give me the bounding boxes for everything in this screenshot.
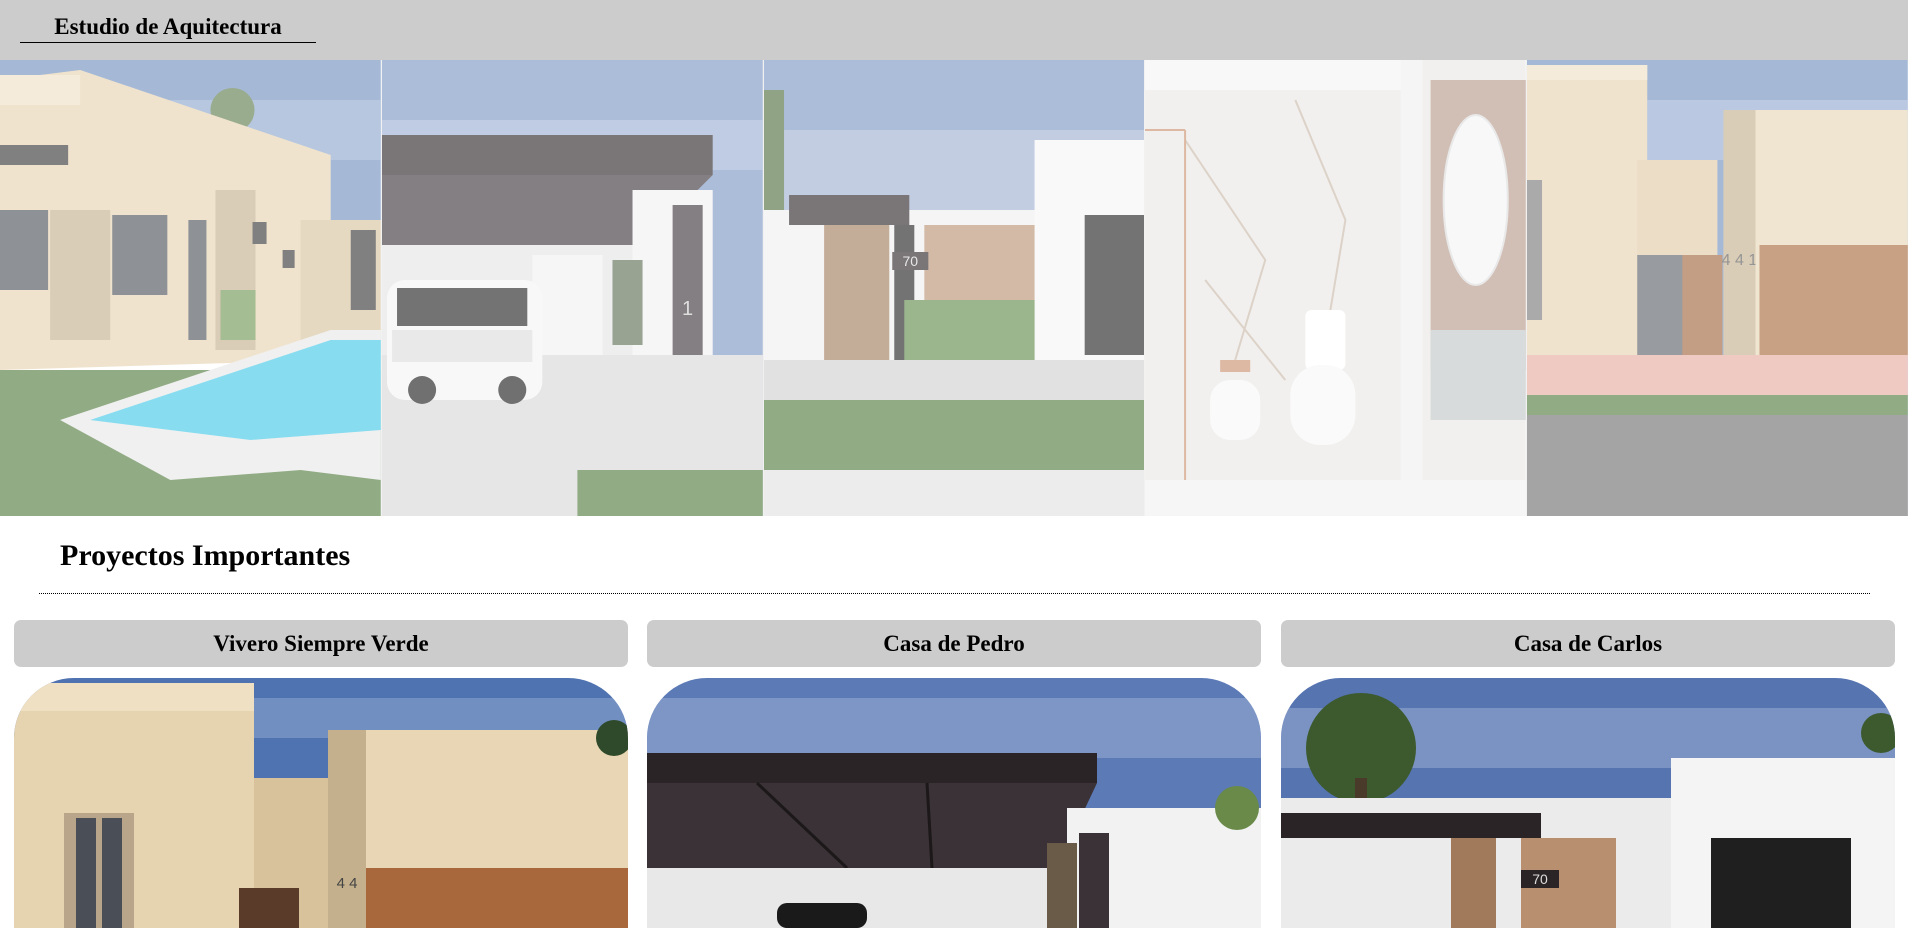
hero-banner: 1 70 4 4 1: [0, 60, 1908, 516]
header-bar: Estudio de Aquitectura: [0, 0, 1908, 60]
project-card-casa-carlos[interactable]: Casa de Carlos 70: [1281, 620, 1895, 928]
project-card-vivero[interactable]: Vivero Siempre Verde 4 4: [14, 620, 628, 928]
project-card-title[interactable]: Casa de Carlos: [1281, 620, 1895, 667]
project-card-image[interactable]: [647, 678, 1261, 928]
project-card-image[interactable]: 4 4: [14, 678, 628, 928]
project-card-title[interactable]: Casa de Pedro: [647, 620, 1261, 667]
section-title: Proyectos Importantes: [60, 539, 351, 572]
banner-image-house-pool: [0, 60, 381, 516]
project-card-casa-pedro[interactable]: Casa de Pedro: [647, 620, 1261, 928]
project-card-title[interactable]: Vivero Siempre Verde: [14, 620, 628, 667]
banner-house-number-70: 70: [902, 253, 918, 269]
banner-image-facade-70: 70: [762, 60, 1145, 516]
banner-house-number-1: 1: [682, 298, 693, 320]
banner-house-number-441: 4 4 1: [1722, 252, 1758, 269]
site-brand-link[interactable]: Estudio de Aquitectura: [20, 12, 316, 43]
card-house-number: 4 4: [337, 875, 358, 892]
card-house-number: 70: [1532, 871, 1548, 887]
section-divider: [39, 593, 1870, 594]
project-card-image[interactable]: 70: [1281, 678, 1895, 928]
banner-image-carport: 1: [380, 60, 763, 516]
banner-image-facade-stone: 4 4 1: [1526, 60, 1908, 516]
banner-image-bathroom: [1144, 60, 1527, 516]
